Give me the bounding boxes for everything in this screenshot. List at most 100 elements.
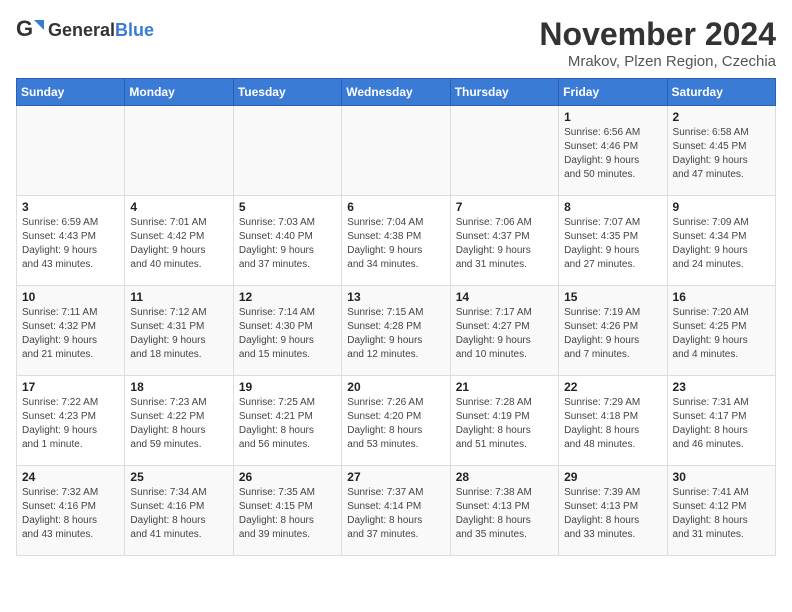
calendar-cell: 10Sunrise: 7:11 AM Sunset: 4:32 PM Dayli… — [17, 286, 125, 376]
calendar-header: SundayMondayTuesdayWednesdayThursdayFrid… — [17, 79, 776, 106]
day-info: Sunrise: 7:39 AM Sunset: 4:13 PM Dayligh… — [564, 486, 661, 542]
calendar-cell: 4Sunrise: 7:01 AM Sunset: 4:42 PM Daylig… — [125, 196, 233, 286]
day-number: 24 — [22, 470, 119, 484]
header-cell-thursday: Thursday — [450, 79, 558, 106]
day-info: Sunrise: 7:12 AM Sunset: 4:31 PM Dayligh… — [130, 306, 227, 362]
day-info: Sunrise: 7:26 AM Sunset: 4:20 PM Dayligh… — [347, 396, 444, 452]
calendar-cell: 14 Sunrise: 7:17 AM Sunset: 4:27 PM Dayli… — [450, 286, 558, 376]
day-number: 14 — [456, 290, 553, 304]
calendar-cell: 9 Sunrise: 7:09 AM Sunset: 4:34 PM Daylig… — [667, 196, 775, 286]
day-number: 9 — [673, 200, 770, 214]
calendar-cell: 6 Sunrise: 7:04 AM Sunset: 4:38 PM Daylig… — [342, 196, 450, 286]
header-cell-saturday: Saturday — [667, 79, 775, 106]
calendar-cell: 26Sunrise: 7:35 AM Sunset: 4:15 PM Dayli… — [233, 466, 341, 556]
calendar-cell: 23Sunrise: 7:31 AM Sunset: 4:17 PM Dayli… — [667, 376, 775, 466]
header-row: SundayMondayTuesdayWednesdayThursdayFrid… — [17, 79, 776, 106]
calendar-cell: 16 Sunrise: 7:20 AM Sunset: 4:25 PM Dayli… — [667, 286, 775, 376]
day-number: 25 — [130, 470, 227, 484]
header-cell-wednesday: Wednesday — [342, 79, 450, 106]
day-number: 19 — [239, 380, 336, 394]
logo-text-general: General — [48, 20, 115, 40]
calendar-cell: 24 Sunrise: 7:32 AM Sunset: 4:16 PM Dayli… — [17, 466, 125, 556]
day-info: Sunrise: 6:59 AM Sunset: 4:43 PM Dayligh… — [22, 216, 119, 272]
calendar-cell: 15Sunrise: 7:19 AM Sunset: 4:26 PM Dayli… — [559, 286, 667, 376]
day-number: 12 — [239, 290, 336, 304]
day-info: Sunrise: 6:56 AM Sunset: 4:46 PM Dayligh… — [564, 126, 661, 182]
day-number: 16 — [673, 290, 770, 304]
calendar-cell: 27Sunrise: 7:37 AM Sunset: 4:14 PM Dayli… — [342, 466, 450, 556]
day-number: 5 — [239, 200, 336, 214]
day-number: 22 — [564, 380, 661, 394]
calendar-cell: 1 Sunrise: 6:56 AM Sunset: 4:46 PM Daylig… — [559, 106, 667, 196]
header-cell-sunday: Sunday — [17, 79, 125, 106]
day-info: Sunrise: 7:09 AM Sunset: 4:34 PM Dayligh… — [673, 216, 770, 272]
day-number: 17 — [22, 380, 119, 394]
calendar-cell: 29 Sunrise: 7:39 AM Sunset: 4:13 PM Dayli… — [559, 466, 667, 556]
day-number: 26 — [239, 470, 336, 484]
logo-text-blue: Blue — [115, 20, 154, 40]
day-number: 8 — [564, 200, 661, 214]
calendar-cell: 11 Sunrise: 7:12 AM Sunset: 4:31 PM Dayli… — [125, 286, 233, 376]
calendar-cell: 19 Sunrise: 7:25 AM Sunset: 4:21 PM Dayli… — [233, 376, 341, 466]
calendar-cell: 13Sunrise: 7:15 AM Sunset: 4:28 PM Dayli… — [342, 286, 450, 376]
day-info: Sunrise: 7:15 AM Sunset: 4:28 PM Dayligh… — [347, 306, 444, 362]
calendar-cell: 2 Sunrise: 6:58 AM Sunset: 4:45 PM Daylig… — [667, 106, 775, 196]
day-number: 4 — [130, 200, 227, 214]
calendar-cell: 25Sunrise: 7:34 AM Sunset: 4:16 PM Dayli… — [125, 466, 233, 556]
page-header: G GeneralBlue November 2024 Mrakov, Plze… — [16, 16, 776, 70]
day-number: 10 — [22, 290, 119, 304]
calendar-cell — [450, 106, 558, 196]
calendar-cell: 22 Sunrise: 7:29 AM Sunset: 4:18 PM Dayli… — [559, 376, 667, 466]
day-number: 30 — [673, 470, 770, 484]
day-number: 1 — [564, 110, 661, 124]
logo: G GeneralBlue — [16, 16, 154, 44]
day-number: 11 — [130, 290, 227, 304]
calendar-cell: 18 Sunrise: 7:23 AM Sunset: 4:22 PM Dayli… — [125, 376, 233, 466]
week-row-1: 3 Sunrise: 6:59 AM Sunset: 4:43 PM Daylig… — [17, 196, 776, 286]
day-info: Sunrise: 7:06 AM Sunset: 4:37 PM Dayligh… — [456, 216, 553, 272]
calendar-body: 1 Sunrise: 6:56 AM Sunset: 4:46 PM Daylig… — [17, 106, 776, 556]
day-info: Sunrise: 7:23 AM Sunset: 4:22 PM Dayligh… — [130, 396, 227, 452]
calendar-cell: 21 Sunrise: 7:28 AM Sunset: 4:19 PM Dayli… — [450, 376, 558, 466]
calendar-cell: 8 Sunrise: 7:07 AM Sunset: 4:35 PM Daylig… — [559, 196, 667, 286]
day-info: Sunrise: 7:07 AM Sunset: 4:35 PM Dayligh… — [564, 216, 661, 272]
calendar-cell: 7 Sunrise: 7:06 AM Sunset: 4:37 PM Daylig… — [450, 196, 558, 286]
calendar-cell: 5 Sunrise: 7:03 AM Sunset: 4:40 PM Daylig… — [233, 196, 341, 286]
calendar-cell — [125, 106, 233, 196]
day-info: Sunrise: 7:17 AM Sunset: 4:27 PM Dayligh… — [456, 306, 553, 362]
day-number: 7 — [456, 200, 553, 214]
day-number: 2 — [673, 110, 770, 124]
day-info: Sunrise: 7:22 AM Sunset: 4:23 PM Dayligh… — [22, 396, 119, 452]
day-info: Sunrise: 7:14 AM Sunset: 4:30 PM Dayligh… — [239, 306, 336, 362]
svg-text:G: G — [16, 16, 33, 41]
title-block: November 2024 Mrakov, Plzen Region, Czec… — [539, 16, 776, 70]
day-info: Sunrise: 7:03 AM Sunset: 4:40 PM Dayligh… — [239, 216, 336, 272]
day-number: 21 — [456, 380, 553, 394]
header-cell-monday: Monday — [125, 79, 233, 106]
day-info: Sunrise: 7:04 AM Sunset: 4:38 PM Dayligh… — [347, 216, 444, 272]
week-row-4: 24 Sunrise: 7:32 AM Sunset: 4:16 PM Dayli… — [17, 466, 776, 556]
day-info: Sunrise: 7:29 AM Sunset: 4:18 PM Dayligh… — [564, 396, 661, 452]
calendar-cell: 17 Sunrise: 7:22 AM Sunset: 4:23 PM Dayli… — [17, 376, 125, 466]
calendar-table: SundayMondayTuesdayWednesdayThursdayFrid… — [16, 78, 776, 556]
calendar-cell: 12 Sunrise: 7:14 AM Sunset: 4:30 PM Dayli… — [233, 286, 341, 376]
calendar-cell — [233, 106, 341, 196]
day-number: 28 — [456, 470, 553, 484]
day-info: Sunrise: 6:58 AM Sunset: 4:45 PM Dayligh… — [673, 126, 770, 182]
week-row-2: 10Sunrise: 7:11 AM Sunset: 4:32 PM Dayli… — [17, 286, 776, 376]
day-info: Sunrise: 7:41 AM Sunset: 4:12 PM Dayligh… — [673, 486, 770, 542]
day-info: Sunrise: 7:25 AM Sunset: 4:21 PM Dayligh… — [239, 396, 336, 452]
week-row-3: 17 Sunrise: 7:22 AM Sunset: 4:23 PM Dayli… — [17, 376, 776, 466]
day-info: Sunrise: 7:28 AM Sunset: 4:19 PM Dayligh… — [456, 396, 553, 452]
day-number: 23 — [673, 380, 770, 394]
calendar-cell — [342, 106, 450, 196]
day-info: Sunrise: 7:20 AM Sunset: 4:25 PM Dayligh… — [673, 306, 770, 362]
logo-icon: G — [16, 16, 44, 44]
day-number: 6 — [347, 200, 444, 214]
day-number: 3 — [22, 200, 119, 214]
week-row-0: 1 Sunrise: 6:56 AM Sunset: 4:46 PM Daylig… — [17, 106, 776, 196]
day-number: 18 — [130, 380, 227, 394]
day-info: Sunrise: 7:32 AM Sunset: 4:16 PM Dayligh… — [22, 486, 119, 542]
calendar-cell: 20Sunrise: 7:26 AM Sunset: 4:20 PM Dayli… — [342, 376, 450, 466]
day-number: 29 — [564, 470, 661, 484]
